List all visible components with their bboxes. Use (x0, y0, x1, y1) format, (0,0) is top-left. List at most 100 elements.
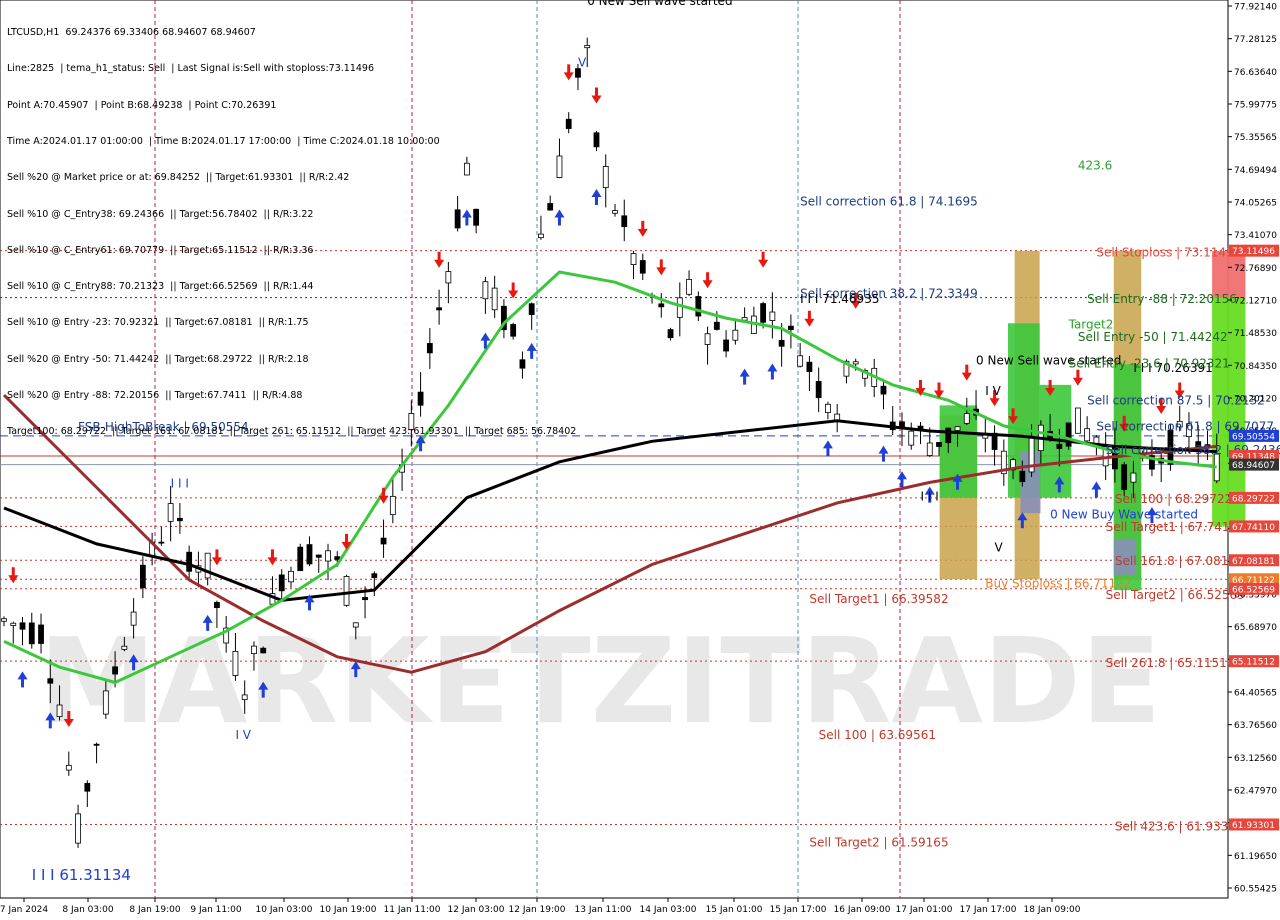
info-line: Sell %20 @ Entry -88: 72.20156 || Target… (7, 390, 303, 401)
candle-body (241, 694, 248, 700)
candle-body (10, 622, 17, 626)
y-tick-label: 63.12560 (1234, 754, 1277, 764)
candle-body (593, 132, 600, 148)
y-tick-label: 73.41070 (1234, 231, 1277, 241)
candle-body (825, 403, 831, 413)
y-tick-label: 62.47970 (1234, 787, 1277, 797)
candle-body (325, 550, 331, 562)
candle-body (186, 551, 193, 572)
candle-body (1121, 464, 1128, 490)
chart-annotation: Sell Target2 | 66.52569 (1106, 588, 1245, 602)
watermark-text: MARKETZITRADE (39, 612, 1162, 750)
price-tag-label: 65.11512 (1232, 658, 1275, 668)
price-tag-label: 68.94607 (1232, 461, 1275, 471)
candle-body (139, 564, 146, 589)
candle-body (204, 552, 211, 579)
candle-body (639, 260, 646, 274)
y-tick-label: 75.35565 (1234, 133, 1277, 143)
info-line: Sell %10 @ C_Entry88: 70.21323 || Target… (7, 281, 314, 293)
y-tick-label: 60.55425 (1234, 885, 1277, 895)
candle-body (93, 743, 100, 746)
candle-body (65, 764, 72, 771)
candle-body (84, 783, 91, 792)
candle-body (380, 537, 387, 545)
candle-body (621, 215, 628, 228)
price-tag-label: 66.52569 (1232, 585, 1275, 595)
info-line: Sell %10 @ C_Entry61: 69.70779 || Target… (7, 244, 314, 256)
candle-body (963, 413, 970, 424)
chart-annotation: Sell 100 | 63.69561 (819, 728, 936, 742)
candle-body (1074, 407, 1081, 434)
candle-body (1056, 443, 1063, 449)
chart-annotation: Sell Stoploss | 73.11496 (1096, 246, 1241, 260)
price-tag-label: 67.08181 (1232, 557, 1275, 567)
candle-body (232, 651, 239, 676)
price-tag-label: 69.50554 (1232, 432, 1275, 442)
x-tick-label: 9 Jan 11:00 (190, 905, 242, 915)
x-tick-label: 17 Jan 17:00 (960, 905, 1017, 915)
y-tick-label: 70.20120 (1234, 395, 1277, 405)
chart-annotation: Sell Target1 | 66.39582 (809, 592, 948, 606)
price-tag-label: 68.29722 (1232, 494, 1275, 504)
info-line: Sell %10 @ C_Entry38: 69.24366 || Target… (7, 208, 314, 220)
candle-body (112, 666, 118, 675)
info-line: Sell %10 @ Entry -23: 70.92321 || Target… (7, 317, 309, 329)
candle-body (297, 546, 304, 572)
candle-body (214, 602, 220, 609)
chart-annotation: V (578, 56, 587, 70)
y-tick-label: 74.05265 (1234, 199, 1277, 209)
candle-body (102, 690, 109, 715)
candle-body (584, 45, 591, 49)
price-tag-label: 67.74110 (1232, 523, 1275, 533)
chart-annotation: Sell Target2 | 61.59165 (809, 836, 948, 850)
candle-body (852, 361, 859, 365)
info-panel: LTCUSD,H1 69.24376 69.33406 68.94607 68.… (7, 3, 576, 450)
chart-annotation: I I I 71.46935 (800, 292, 879, 306)
candle-body (306, 544, 313, 565)
candle-body (1084, 428, 1091, 442)
candle-body (1130, 472, 1137, 483)
y-tick-label: 77.92140 (1234, 3, 1277, 13)
info-line: Line:2825 | tema_h1_status: Sell | Last … (7, 63, 375, 75)
chart-annotation: I I I (171, 476, 189, 490)
info-line: Sell %20 @ Entry -50: 71.44242 || Target… (7, 353, 309, 365)
candle-body (908, 430, 915, 446)
info-line: Target100: 68.29722 || Target 161: 67.08… (7, 426, 577, 438)
candle-body (658, 303, 665, 308)
candle-body (676, 297, 683, 318)
candle-body (176, 517, 183, 522)
chart-annotation: Sell 100 | 68.29722 (1115, 492, 1232, 506)
candle-body (28, 622, 35, 645)
candle-body (75, 813, 81, 844)
y-tick-label: 65.68970 (1234, 623, 1277, 633)
chart-annotation: 0 New Sell wave started (587, 0, 732, 8)
candle-body (167, 503, 174, 522)
chart-annotation: Sell 261.8 | 65.11512 (1106, 656, 1235, 670)
candle-body (695, 296, 702, 317)
candle-body (352, 622, 359, 628)
candle-body (130, 611, 137, 626)
candle-body (315, 554, 322, 558)
price-tag-label: 61.93301 (1232, 821, 1275, 831)
candle-body (954, 426, 961, 431)
y-tick-label: 70.84350 (1234, 362, 1277, 372)
info-line: Time A:2024.01.17 01:00:00 | Time B:2024… (7, 136, 440, 148)
candle-body (602, 166, 609, 189)
x-tick-label: 17 Jan 01:00 (896, 905, 953, 915)
candle-body (926, 442, 933, 456)
candle-body (769, 311, 776, 321)
info-line: Sell %20 @ Market price or at: 69.84252 … (7, 172, 350, 184)
y-tick-label: 64.40565 (1234, 689, 1277, 699)
y-tick-label: 76.63640 (1234, 68, 1277, 78)
y-tick-label: 71.48530 (1234, 329, 1277, 339)
candle-body (121, 645, 128, 650)
candle-body (612, 210, 618, 214)
candle-body (760, 303, 767, 323)
candle-body (38, 624, 44, 644)
chart-annotation: Sell Entry -88 | 72.20156 (1087, 292, 1237, 306)
candle-body (787, 325, 794, 331)
x-tick-label: 7 Jan 2024 (0, 905, 48, 915)
candle-body (371, 573, 378, 578)
candle-body (1, 618, 7, 622)
candle-body (880, 385, 887, 395)
